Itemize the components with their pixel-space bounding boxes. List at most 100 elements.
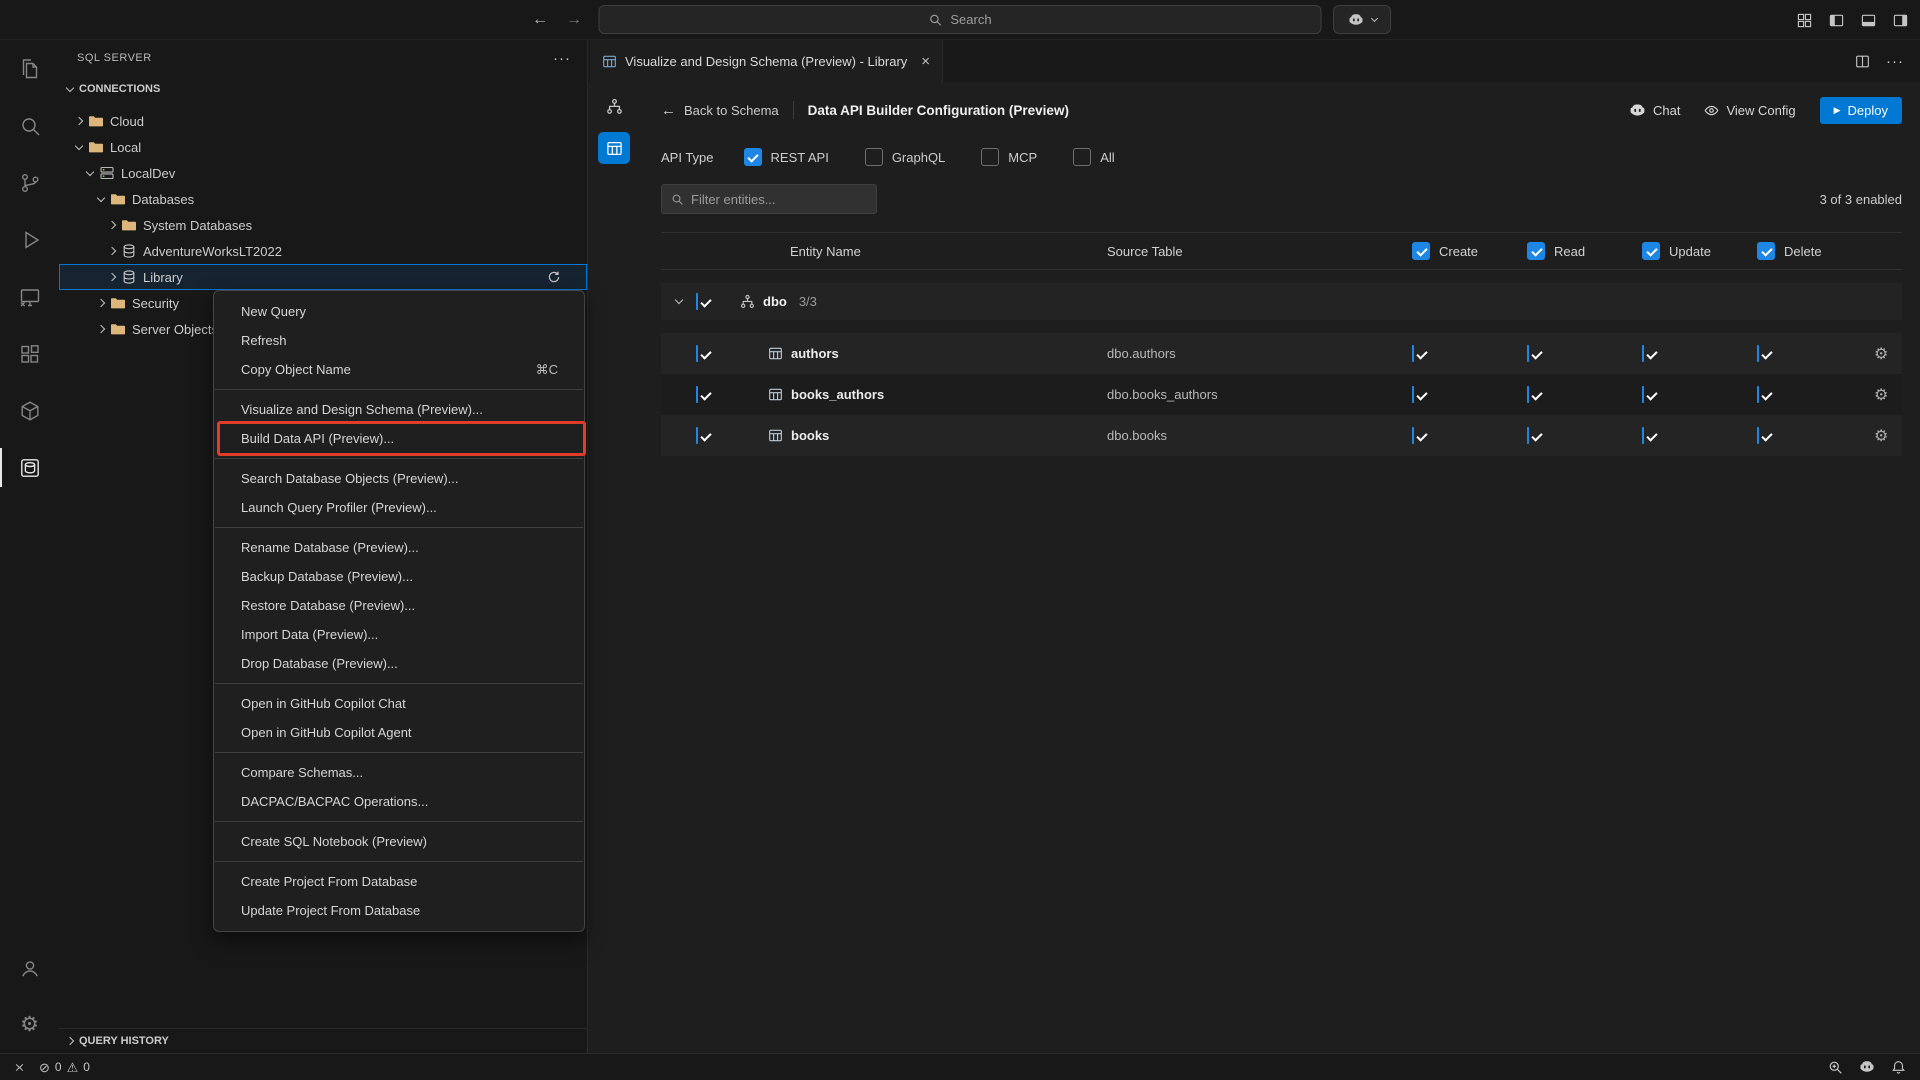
- context-menu-item[interactable]: Backup Database (Preview)...: [214, 562, 584, 591]
- remote-indicator-icon[interactable]: [14, 1065, 25, 1070]
- tab-visualize-design-schema[interactable]: Visualize and Design Schema (Preview) - …: [590, 40, 943, 82]
- filter-entities-input[interactable]: [691, 192, 867, 207]
- group-collapse-icon[interactable]: [674, 296, 682, 304]
- api-type-checkbox[interactable]: [981, 148, 999, 166]
- tree-chevron-icon[interactable]: [97, 325, 105, 333]
- deploy-button[interactable]: ▶ Deploy: [1820, 97, 1902, 124]
- delete-all-checkbox[interactable]: [1757, 242, 1775, 260]
- schema-diagram-view-icon[interactable]: [598, 90, 630, 122]
- tree-chevron-icon[interactable]: [108, 221, 116, 229]
- tree-item[interactable]: System Databases: [59, 212, 587, 238]
- run-and-debug-icon[interactable]: [0, 211, 59, 268]
- api-type-checkbox[interactable]: [865, 148, 883, 166]
- tree-chevron-icon[interactable]: [108, 273, 116, 281]
- refresh-icon[interactable]: [547, 270, 561, 284]
- context-menu-item[interactable]: Search Database Objects (Preview)...: [214, 464, 584, 493]
- context-menu-item[interactable]: Rename Database (Preview)...: [214, 533, 584, 562]
- context-menu-item[interactable]: New Query: [214, 297, 584, 326]
- tree-item[interactable]: Library: [59, 264, 587, 290]
- tree-item[interactable]: AdventureWorksLT2022: [59, 238, 587, 264]
- back-to-schema-button[interactable]: ← Back to Schema: [661, 102, 779, 119]
- problems-status[interactable]: ⊘ 0 ⚠ 0: [39, 1060, 90, 1074]
- context-menu-item[interactable]: Compare Schemas...: [214, 758, 584, 787]
- copilot-menu-button[interactable]: [1333, 5, 1391, 34]
- customize-layout-icon[interactable]: [1797, 13, 1812, 28]
- read-checkbox[interactable]: [1527, 386, 1529, 403]
- database-projects-icon[interactable]: [0, 382, 59, 439]
- source-control-icon[interactable]: [0, 154, 59, 211]
- context-menu-item[interactable]: Open in GitHub Copilot Agent: [214, 718, 584, 747]
- accounts-icon[interactable]: [0, 939, 59, 996]
- create-checkbox[interactable]: [1412, 427, 1414, 444]
- connections-section-header[interactable]: CONNECTIONS: [59, 76, 587, 102]
- extensions-icon[interactable]: [0, 325, 59, 382]
- sidebar-more-actions-icon[interactable]: ···: [553, 50, 571, 67]
- context-menu-item[interactable]: Drop Database (Preview)...: [214, 649, 584, 678]
- tree-chevron-icon[interactable]: [108, 247, 116, 255]
- view-config-button[interactable]: View Config: [1704, 103, 1795, 118]
- query-history-section-header[interactable]: QUERY HISTORY: [59, 1028, 587, 1053]
- forward-arrow-icon[interactable]: →: [566, 11, 582, 29]
- delete-checkbox[interactable]: [1757, 427, 1759, 444]
- chat-button[interactable]: Chat: [1629, 102, 1680, 119]
- delete-checkbox[interactable]: [1757, 386, 1759, 403]
- context-menu-item[interactable]: Visualize and Design Schema (Preview)...: [214, 395, 584, 424]
- tree-chevron-icon[interactable]: [97, 299, 105, 307]
- update-all-checkbox[interactable]: [1642, 242, 1660, 260]
- entity-settings-gear-icon[interactable]: ⚙: [1874, 385, 1888, 405]
- context-menu-item[interactable]: Create Project From Database: [214, 867, 584, 896]
- context-menu-item[interactable]: Launch Query Profiler (Preview)...: [214, 493, 584, 522]
- split-editor-icon[interactable]: [1855, 54, 1870, 69]
- toggle-sidebar-right-icon[interactable]: [1893, 13, 1908, 28]
- entity-checkbox[interactable]: [696, 345, 698, 362]
- entity-checkbox[interactable]: [696, 427, 698, 444]
- group-checkbox[interactable]: [696, 293, 698, 310]
- tree-item[interactable]: Cloud: [59, 108, 587, 134]
- update-checkbox[interactable]: [1642, 427, 1644, 444]
- entity-checkbox[interactable]: [696, 386, 698, 403]
- api-type-checkbox[interactable]: [1073, 148, 1091, 166]
- delete-checkbox[interactable]: [1757, 345, 1759, 362]
- data-api-builder-view-icon[interactable]: [598, 132, 630, 164]
- read-all-checkbox[interactable]: [1527, 242, 1545, 260]
- read-checkbox[interactable]: [1527, 427, 1529, 444]
- context-menu-item[interactable]: Update Project From Database: [214, 896, 584, 925]
- create-all-checkbox[interactable]: [1412, 242, 1430, 260]
- notifications-bell-icon[interactable]: [1891, 1060, 1906, 1075]
- copilot-status-icon[interactable]: [1859, 1059, 1875, 1075]
- tree-item[interactable]: Local: [59, 134, 587, 160]
- context-menu-item[interactable]: DACPAC/BACPAC Operations...: [214, 787, 584, 816]
- create-checkbox[interactable]: [1412, 386, 1414, 403]
- tree-chevron-icon[interactable]: [97, 193, 105, 201]
- sql-server-view-icon[interactable]: [0, 439, 59, 496]
- context-menu-item[interactable]: Import Data (Preview)...: [214, 620, 584, 649]
- entity-settings-gear-icon[interactable]: ⚙: [1874, 426, 1888, 446]
- read-checkbox[interactable]: [1527, 345, 1529, 362]
- entity-settings-gear-icon[interactable]: ⚙: [1874, 344, 1888, 364]
- toggle-panel-icon[interactable]: [1861, 13, 1876, 28]
- tree-chevron-icon[interactable]: [75, 117, 83, 125]
- context-menu-item[interactable]: Copy Object Name ⌘C: [214, 355, 584, 384]
- editor-more-actions-icon[interactable]: ···: [1886, 53, 1904, 70]
- tree-item[interactable]: Databases: [59, 186, 587, 212]
- remote-explorer-icon[interactable]: [0, 268, 59, 325]
- update-checkbox[interactable]: [1642, 386, 1644, 403]
- back-arrow-icon[interactable]: ←: [532, 11, 548, 29]
- search-box[interactable]: Search: [599, 5, 1322, 34]
- create-checkbox[interactable]: [1412, 345, 1414, 362]
- context-menu-item[interactable]: Refresh: [214, 326, 584, 355]
- close-icon[interactable]: ×: [921, 53, 930, 70]
- context-menu-item[interactable]: Restore Database (Preview)...: [214, 591, 584, 620]
- search-view-icon[interactable]: [0, 97, 59, 154]
- toggle-sidebar-left-icon[interactable]: [1829, 13, 1844, 28]
- context-menu-item[interactable]: Open in GitHub Copilot Chat: [214, 689, 584, 718]
- explorer-icon[interactable]: [0, 40, 59, 97]
- zoom-icon[interactable]: [1828, 1060, 1843, 1075]
- settings-gear-icon[interactable]: ⚙: [0, 996, 59, 1053]
- context-menu-item[interactable]: Create SQL Notebook (Preview): [214, 827, 584, 856]
- api-type-checkbox[interactable]: [744, 148, 762, 166]
- tree-chevron-icon[interactable]: [86, 167, 94, 175]
- tree-chevron-icon[interactable]: [75, 141, 83, 149]
- update-checkbox[interactable]: [1642, 345, 1644, 362]
- context-menu-item[interactable]: Build Data API (Preview)...: [214, 424, 584, 453]
